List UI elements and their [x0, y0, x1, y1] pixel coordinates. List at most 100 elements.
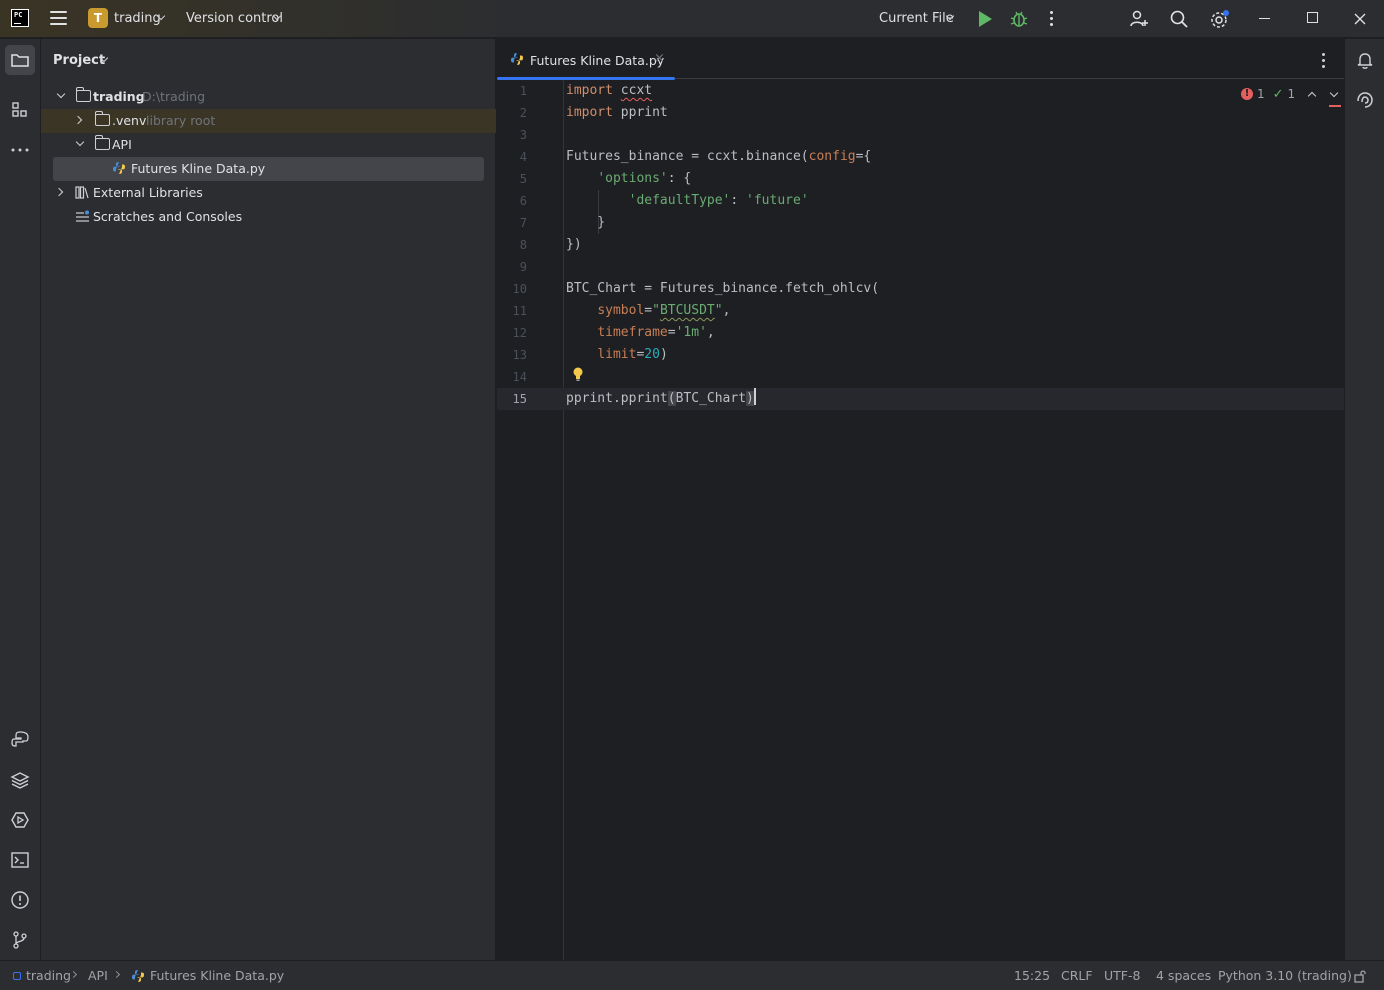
- folder-icon: [94, 111, 110, 126]
- code-line: Futures_binance = ccxt.binance(config={: [566, 149, 872, 164]
- chevron-right-icon[interactable]: [73, 115, 83, 125]
- line-number: 9: [519, 260, 527, 274]
- previous-highlight-icon[interactable]: [1307, 91, 1317, 101]
- code-line-current: pprint.pprint(BTC_Chart): [564, 388, 1344, 410]
- more-vertical-icon[interactable]: [1050, 11, 1054, 27]
- line-number: 6: [519, 194, 527, 208]
- line-number: 5: [519, 172, 527, 186]
- search-icon[interactable]: [1169, 9, 1189, 29]
- tree-item-path: D:\trading: [142, 89, 206, 104]
- code-line: timeframe='1m',: [597, 325, 715, 340]
- code-line: 'defaultType': 'future': [628, 193, 809, 208]
- tree-item-api[interactable]: API: [41, 133, 496, 157]
- status-bar: trading API Futures Kline Data.py 15:25 …: [0, 960, 1384, 990]
- more-vertical-icon[interactable]: [1322, 53, 1326, 71]
- line-number: 8: [519, 238, 527, 252]
- pycharm-logo-icon[interactable]: PC: [11, 9, 29, 27]
- breadcrumb-item[interactable]: Futures Kline Data.py: [150, 968, 284, 983]
- ai-assistant-button[interactable]: [1350, 85, 1380, 115]
- breadcrumb-item[interactable]: trading: [26, 968, 71, 983]
- debug-icon[interactable]: [1009, 9, 1029, 29]
- run-configuration-selector[interactable]: Current File: [879, 11, 954, 26]
- editor-tab-bar: Futures Kline Data.py ×: [497, 39, 1344, 80]
- next-highlight-icon[interactable]: [1329, 88, 1339, 98]
- python-interpreter[interactable]: Python 3.10 (trading): [1218, 968, 1352, 983]
- tree-item-label: trading: [93, 89, 145, 104]
- inspection-widget[interactable]: ! 1 ✓ 1: [1241, 86, 1339, 102]
- more-horizontal-icon: [11, 148, 29, 152]
- code-line: import pprint: [566, 105, 668, 120]
- tree-item-external-libraries[interactable]: External Libraries: [41, 181, 496, 205]
- line-number: 15: [512, 392, 527, 406]
- caret-position[interactable]: 15:25: [1014, 968, 1050, 983]
- error-stripe-mark[interactable]: [1329, 105, 1341, 107]
- tree-item-label: Scratches and Consoles: [93, 209, 243, 224]
- gear-icon[interactable]: [1209, 9, 1229, 29]
- tree-item-futures-kline-data[interactable]: Futures Kline Data.py: [53, 157, 484, 181]
- tree-item-venv[interactable]: .venv library root: [41, 109, 496, 133]
- breadcrumb-item[interactable]: API: [88, 968, 108, 983]
- project-tool-button[interactable]: [5, 45, 35, 75]
- line-number-gutter[interactable]: 1 2 3 4 5 6 7 8 9 10 11 12 13 14 15: [497, 80, 564, 960]
- folder-icon: [11, 54, 29, 67]
- warning-count: 1: [1287, 87, 1296, 101]
- tab-futures-kline-data[interactable]: Futures Kline Data.py ×: [497, 39, 675, 80]
- add-user-icon[interactable]: [1129, 9, 1149, 29]
- line-number: 14: [512, 370, 527, 384]
- close-tab-icon[interactable]: ×: [654, 51, 665, 66]
- terminal-tool-button[interactable]: [5, 845, 35, 875]
- services-icon: [11, 812, 29, 828]
- code-line: 'options': {: [597, 171, 692, 186]
- unlock-icon[interactable]: [1353, 969, 1367, 983]
- line-separator[interactable]: CRLF: [1061, 968, 1093, 983]
- problems-tool-button[interactable]: [5, 885, 35, 915]
- line-number: 2: [519, 106, 527, 120]
- version-control-menu[interactable]: Version control: [186, 11, 283, 26]
- project-panel-title[interactable]: Project: [53, 53, 105, 68]
- tab-label: Futures Kline Data.py: [530, 53, 665, 68]
- close-icon[interactable]: [1350, 9, 1370, 29]
- chevron-right-icon[interactable]: [54, 187, 64, 197]
- project-selector[interactable]: trading: [114, 11, 161, 26]
- python-file-icon: [132, 970, 144, 982]
- line-number: 3: [519, 128, 527, 142]
- git-branch-icon: [13, 931, 27, 949]
- more-tools-button[interactable]: [5, 135, 35, 165]
- library-icon: [75, 186, 89, 199]
- chevron-down-icon[interactable]: [56, 89, 66, 99]
- python-file-icon: [113, 162, 125, 174]
- lightbulb-icon[interactable]: [571, 366, 585, 382]
- python-packages-button[interactable]: [5, 725, 35, 755]
- tree-item-trading[interactable]: trading D:\trading: [41, 85, 496, 109]
- code-line: limit=20): [597, 347, 668, 362]
- code-line: }): [566, 237, 582, 252]
- code-line: }: [566, 215, 606, 230]
- main-menu-icon[interactable]: [50, 11, 67, 25]
- maximize-icon[interactable]: [1307, 12, 1318, 23]
- code-line: BTC_Chart = Futures_binance.fetch_ohlcv(: [566, 281, 880, 296]
- chevron-down-icon[interactable]: [75, 137, 85, 147]
- git-tool-button[interactable]: [5, 925, 35, 955]
- structure-icon: [12, 102, 27, 117]
- chevron-right-icon: [69, 970, 78, 979]
- line-number: 4: [519, 150, 527, 164]
- line-number: 11: [512, 304, 527, 318]
- minimize-icon[interactable]: [1259, 18, 1270, 19]
- checkmark-icon: ✓: [1272, 86, 1284, 102]
- notifications-button[interactable]: [1350, 45, 1380, 75]
- project-badge[interactable]: T: [88, 8, 108, 28]
- tree-item-scratches[interactable]: Scratches and Consoles: [41, 205, 496, 229]
- services-tool-button[interactable]: [5, 805, 35, 835]
- title-bar: PC T trading Version control Current Fil…: [0, 0, 1384, 38]
- scratches-icon: [76, 210, 89, 222]
- code-area[interactable]: import ccxt import pprint Futures_binanc…: [564, 80, 1344, 960]
- indent-setting[interactable]: 4 spaces: [1156, 968, 1211, 983]
- file-encoding[interactable]: UTF-8: [1104, 968, 1140, 983]
- structure-tool-button[interactable]: [5, 95, 35, 125]
- line-number: 1: [519, 84, 527, 98]
- run-icon[interactable]: [976, 9, 996, 29]
- python-console-icon: [11, 731, 29, 747]
- text-caret: [753, 388, 756, 405]
- layers-tool-button[interactable]: [5, 765, 35, 795]
